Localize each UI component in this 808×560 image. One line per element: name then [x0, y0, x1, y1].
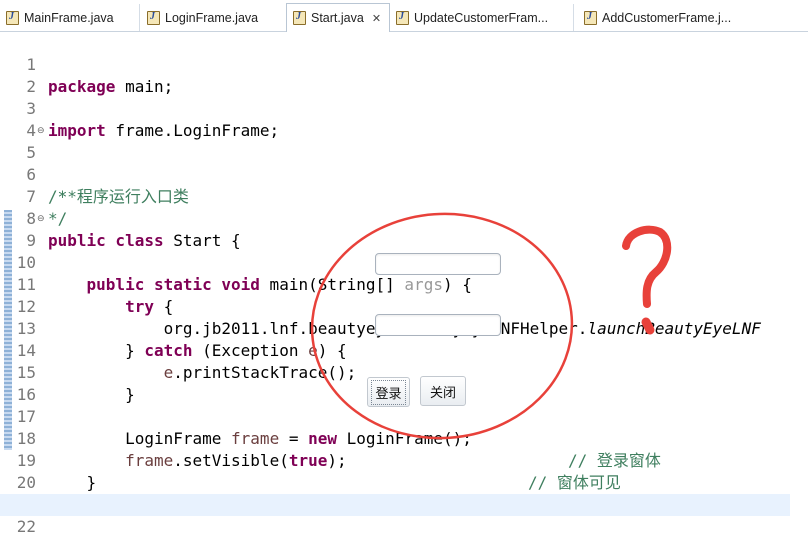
close-tab-icon[interactable]: ✕ [372, 12, 381, 25]
code-line: 19 } [0, 428, 790, 492]
fold-collapse-icon[interactable]: ⊖ [37, 208, 45, 230]
tab-label: AddCustomerFrame.j... [602, 10, 732, 25]
java-file-icon: J [584, 10, 597, 25]
fold-collapse-icon[interactable]: ⊖ [37, 120, 45, 142]
tab-mainframe[interactable]: J MainFrame.java [0, 4, 140, 31]
java-file-icon: J [396, 10, 409, 25]
code-line: 6 * 程序运行入口类 [0, 142, 790, 206]
tab-label: LoginFrame.java [165, 10, 259, 25]
tab-updatecustomerframe[interactable]: J UpdateCustomerFram... [390, 4, 574, 31]
tab-start[interactable]: J Start.java ✕ [286, 3, 390, 32]
code-editor[interactable]: 1 package main; 2 3 import frame.LoginFr… [0, 32, 808, 536]
login-button-label: 登录 [371, 379, 406, 405]
tab-label: MainFrame.java [24, 10, 114, 25]
code-line: 12 org.jb2011.lnf.beautyeye.BeautyEyeLNF… [0, 274, 790, 338]
login-button[interactable]: 登录 [367, 377, 410, 407]
code-line: 15 } [0, 340, 790, 404]
code-line: 3 import frame.LoginFrame; [0, 76, 790, 140]
close-button[interactable]: 关闭 [420, 376, 466, 406]
code-line: 8 public class Start { [0, 186, 790, 250]
tab-label: UpdateCustomerFram... [414, 10, 549, 25]
password-input[interactable] [375, 314, 501, 336]
java-file-icon: J [6, 10, 19, 25]
code-line: 9 ⊖ public static void main(String[] arg… [0, 208, 790, 294]
java-file-icon: J [147, 10, 160, 25]
close-button-label: 关闭 [429, 384, 456, 400]
code-line: 2 [0, 54, 790, 96]
code-line: 20 } [0, 450, 790, 514]
java-file-icon: J [293, 11, 306, 25]
code-line: 21 [0, 472, 790, 514]
code-line: 5 ⊖ /** [0, 120, 790, 206]
tab-addcustomerframe[interactable]: J AddCustomerFrame.j... [578, 4, 808, 31]
tab-label: Start.java [311, 11, 364, 25]
code-line: 7 */ [0, 164, 790, 228]
code-line: 18 frame.setVisible(true); // 窗体可见 [0, 406, 790, 492]
line-number: 22 [16, 517, 36, 536]
editor-tab-bar: J MainFrame.java J LoginFrame.java J Sta… [0, 0, 808, 32]
tab-loginframe[interactable]: J LoginFrame.java [141, 4, 287, 31]
current-code-line[interactable]: 22 [0, 494, 790, 536]
username-input[interactable] [375, 253, 501, 275]
code-line: 10 [0, 230, 790, 272]
code-line: 1 package main; [0, 32, 790, 96]
code-line: 4 [0, 98, 790, 140]
